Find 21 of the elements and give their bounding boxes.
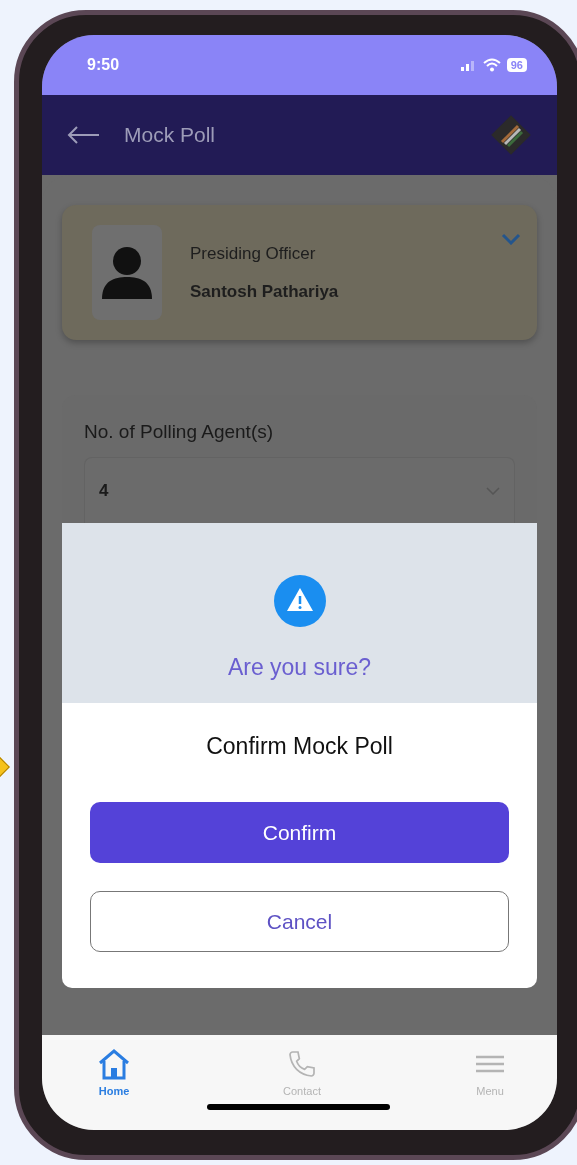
nav-tab[interactable]: Menu	[458, 1035, 522, 1130]
agents-select[interactable]: 4	[84, 457, 515, 523]
home-icon	[96, 1047, 132, 1081]
nav-tab[interactable]: Home	[82, 1035, 146, 1130]
screen-title: Mock Poll	[124, 123, 217, 147]
cancel-button[interactable]: Cancel	[90, 891, 509, 952]
battery-level: 96	[506, 58, 527, 72]
officer-name: Santosh Pathariya	[190, 281, 339, 302]
warning-icon	[272, 574, 327, 628]
dialog-message: Confirm Mock Poll	[205, 733, 394, 760]
officer-role: Presiding Officer	[190, 243, 317, 264]
status-time: 9:50	[87, 56, 120, 74]
dialog-title: Are you sure?	[227, 654, 372, 681]
person-icon	[100, 244, 154, 301]
signal-icon	[460, 59, 477, 71]
confirm-button[interactable]: Confirm	[90, 802, 509, 863]
wifi-icon	[482, 58, 501, 72]
officer-card[interactable]: Presiding Officer Santosh Pathariya	[62, 205, 537, 340]
back-arrow-icon[interactable]	[66, 125, 100, 145]
nav-tab[interactable]: Contact	[270, 1035, 334, 1130]
field-label: No. of Polling Agent(s)	[84, 421, 275, 443]
